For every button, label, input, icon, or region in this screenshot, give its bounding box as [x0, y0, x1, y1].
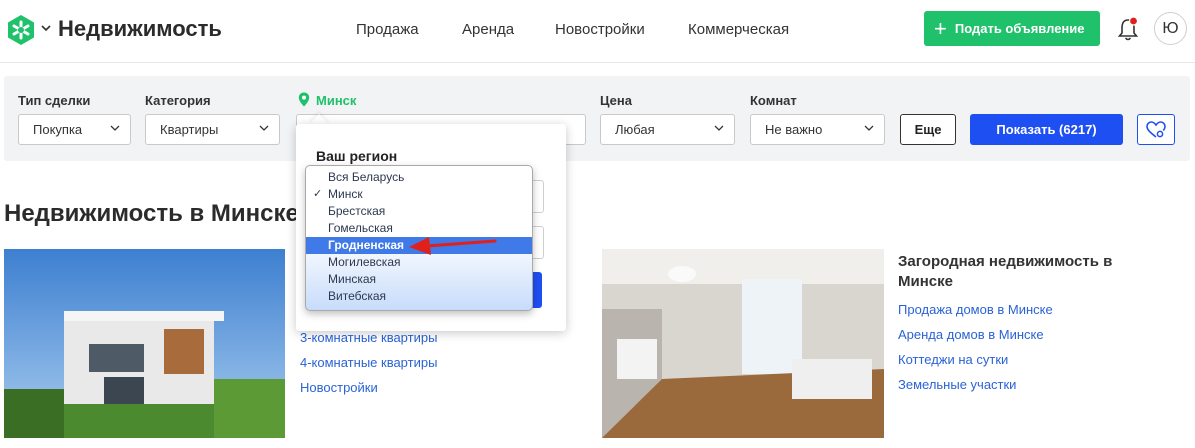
- deal-type-label: Тип сделки: [18, 93, 91, 108]
- brand-title[interactable]: Недвижимость: [58, 16, 222, 42]
- region-option-checked[interactable]: ✓ Минск: [306, 186, 532, 203]
- bell-icon[interactable]: [1116, 16, 1140, 42]
- link-cottages[interactable]: Коттеджи на сутки: [898, 352, 1008, 367]
- price-select[interactable]: Любая: [600, 114, 735, 145]
- region-option[interactable]: Могилевская: [306, 254, 532, 271]
- rooms-value: Не важно: [765, 122, 823, 137]
- rooms-label: Комнат: [750, 93, 797, 108]
- annotation-arrow-icon: [409, 237, 497, 255]
- more-filters-button[interactable]: Еще: [900, 114, 956, 145]
- apartment-photo[interactable]: [602, 249, 884, 438]
- city-selector[interactable]: Минск: [316, 93, 356, 108]
- chevron-down-icon: [110, 125, 120, 131]
- price-value: Любая: [615, 122, 655, 137]
- rooms-select[interactable]: Не важно: [750, 114, 885, 145]
- heart-search-icon: [1146, 120, 1166, 138]
- chevron-down-icon: [864, 125, 874, 131]
- category-select[interactable]: Квартиры: [145, 114, 280, 145]
- region-option-label: Минск: [328, 187, 363, 201]
- nav-rent[interactable]: Аренда: [462, 21, 514, 38]
- link-new-buildings[interactable]: Новостройки: [300, 380, 378, 395]
- saved-search-button[interactable]: [1137, 114, 1175, 145]
- category-label: Категория: [145, 93, 211, 108]
- deal-type-value: Покупка: [33, 122, 83, 137]
- post-ad-button[interactable]: + Подать объявление: [924, 11, 1100, 46]
- nav-sale[interactable]: Продажа: [356, 21, 419, 38]
- link-land[interactable]: Земельные участки: [898, 377, 1016, 392]
- chevron-down-icon: [714, 125, 724, 131]
- link-house-rent[interactable]: Аренда домов в Минске: [898, 327, 1044, 342]
- region-option[interactable]: Витебская: [306, 288, 532, 305]
- link-3-room[interactable]: 3-комнатные квартиры: [300, 330, 437, 345]
- nav-new-buildings[interactable]: Новостройки: [555, 21, 645, 38]
- post-ad-label: Подать объявление: [954, 21, 1085, 36]
- region-option[interactable]: Вся Беларусь: [306, 169, 532, 186]
- checkmark-icon: ✓: [313, 188, 323, 200]
- plus-icon: +: [934, 15, 947, 41]
- chevron-down-icon[interactable]: [40, 22, 52, 34]
- location-pin-icon: [298, 92, 310, 107]
- link-4-room[interactable]: 4-комнатные квартиры: [300, 355, 437, 370]
- region-popup-title: Ваш регион: [316, 148, 398, 164]
- link-house-sale[interactable]: Продажа домов в Минске: [898, 302, 1053, 317]
- region-option[interactable]: Брестская: [306, 203, 532, 220]
- page-heading: Недвижимость в Минске: [4, 200, 299, 227]
- house-photo[interactable]: [4, 249, 285, 438]
- price-label: Цена: [600, 93, 632, 108]
- show-results-button[interactable]: Показать (6217): [970, 114, 1123, 145]
- logo-icon[interactable]: [6, 14, 36, 46]
- user-avatar[interactable]: Ю: [1154, 12, 1187, 45]
- nav-commercial[interactable]: Коммерческая: [688, 21, 789, 38]
- chevron-down-icon: [259, 125, 269, 131]
- category-value: Квартиры: [160, 122, 219, 137]
- deal-type-select[interactable]: Покупка: [18, 114, 131, 145]
- region-option[interactable]: Минская: [306, 271, 532, 288]
- country-section-title: Загородная недвижимость в Минске: [898, 253, 1113, 290]
